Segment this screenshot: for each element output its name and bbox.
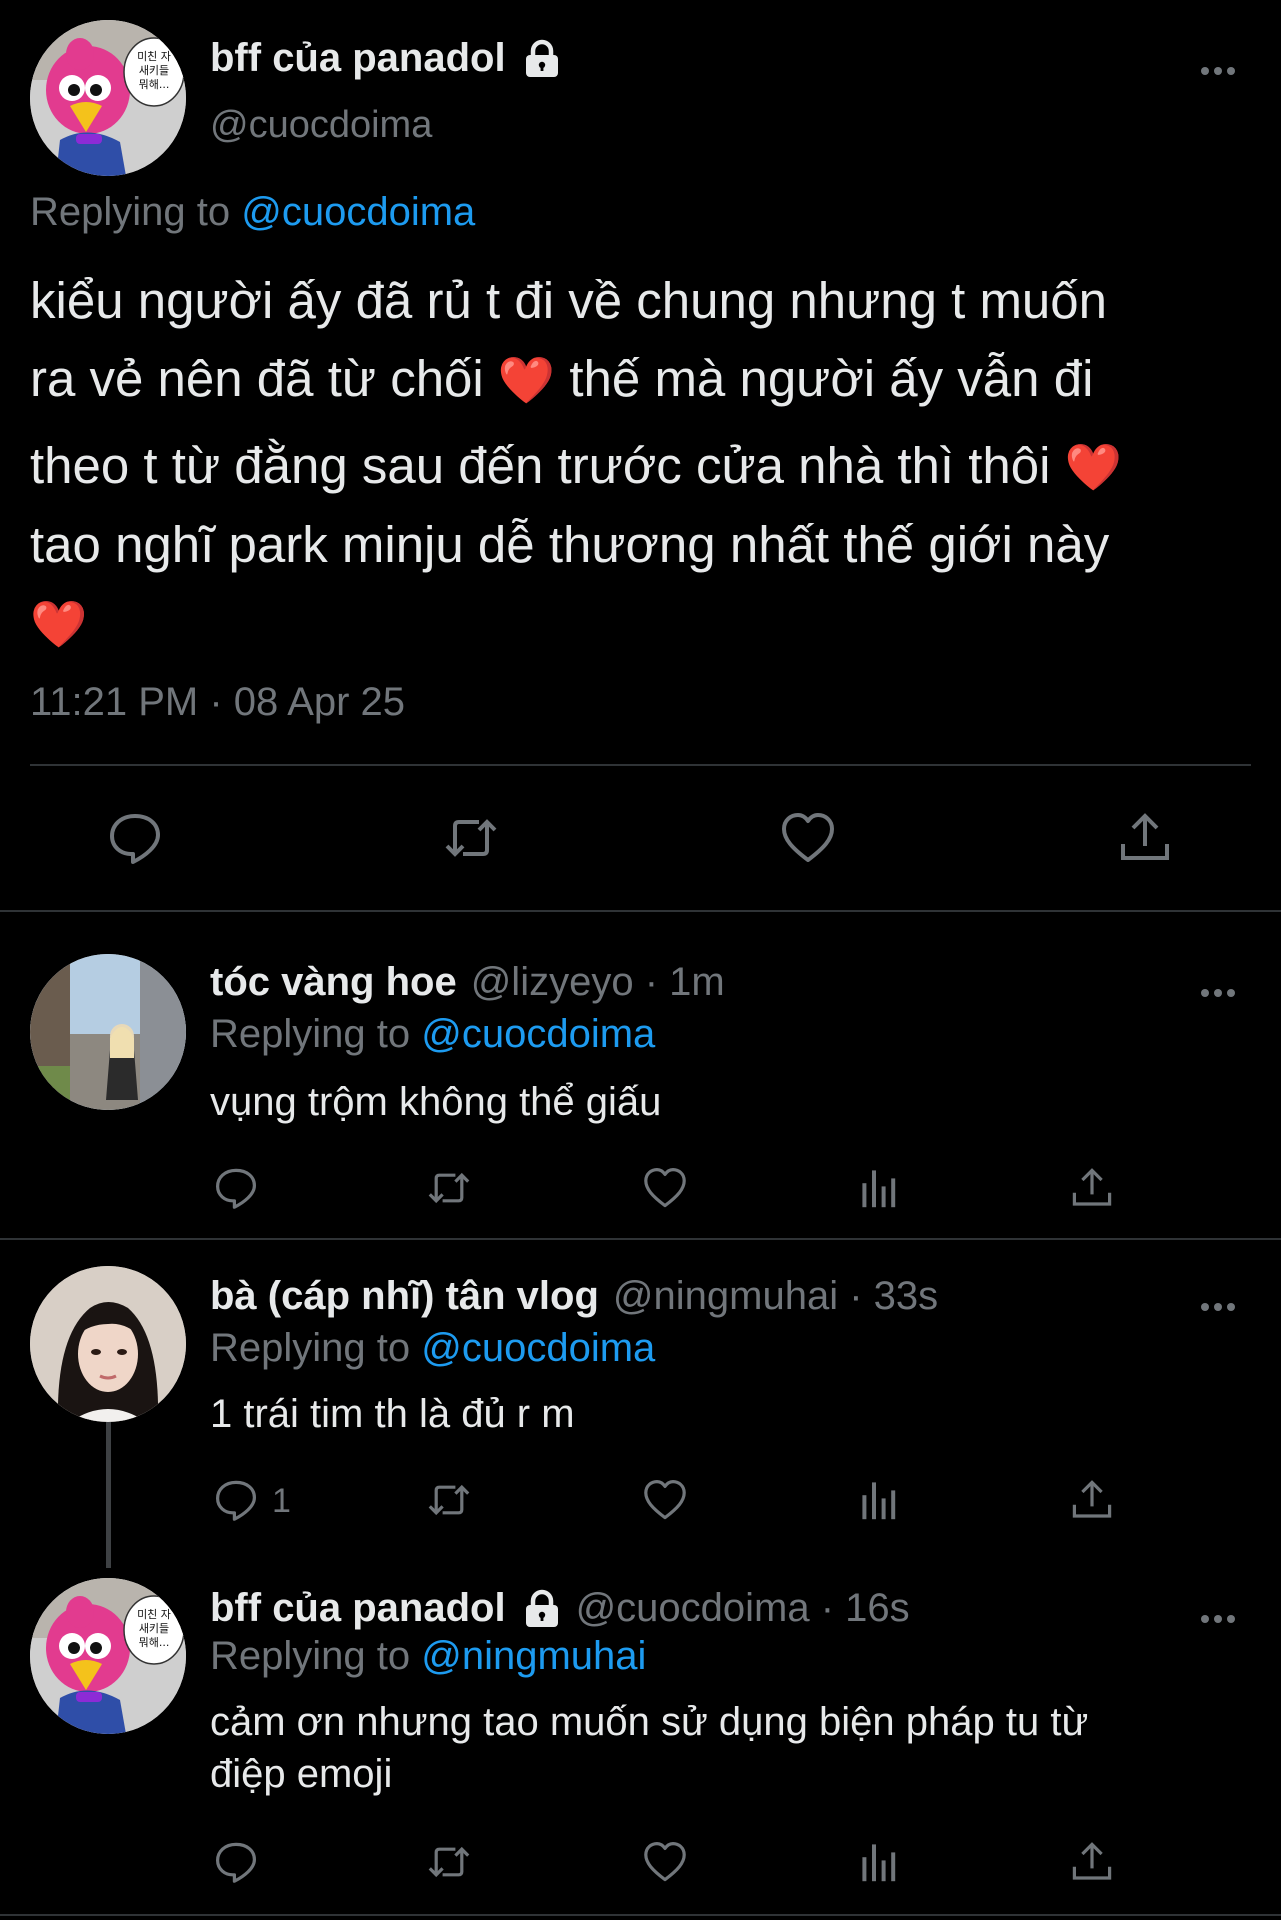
like-icon[interactable] (641, 1838, 689, 1886)
share-icon[interactable] (1068, 1838, 1116, 1886)
svg-text:뭐해...: 뭐해... (139, 77, 170, 91)
reply-tweet: bà (cáp nhĩ) tân vlog @ningmuhai · 33s R… (0, 1240, 1281, 1568)
share-icon[interactable] (1068, 1164, 1116, 1212)
like-icon[interactable] (641, 1164, 689, 1212)
divider (30, 764, 1251, 766)
avatar[interactable]: 미친 자 새키들 뭐해... (30, 20, 186, 176)
tweet-text-line: ra vẻ nên đã từ chối ❤️ thế mà người ấy … (30, 350, 1094, 407)
replying-to: Replying to @cuocdoima (30, 190, 475, 235)
lock-icon (522, 39, 562, 79)
svg-text:미친 자: 미친 자 (137, 50, 171, 63)
reply-text: vụng trộm không thể giấu (210, 1080, 662, 1124)
like-icon[interactable] (778, 808, 838, 868)
share-icon[interactable] (1068, 1476, 1116, 1524)
retweet-icon[interactable] (425, 1164, 473, 1212)
main-tweet: 미친 자 새키들 뭐해... bff của panadol @cuocdoim… (0, 0, 1281, 911)
reply-text: cảm ơn nhưng tao muốn sử dụng biện pháp … (210, 1700, 1089, 1796)
views-icon[interactable] (856, 1838, 904, 1886)
replying-mention-link[interactable]: @cuocdoima (421, 1012, 655, 1056)
svg-text:미친 자: 미친 자 (137, 1608, 171, 1621)
author-handle-time[interactable]: @lizyeyo · 1m (471, 960, 725, 1005)
portrait-avatar-image (30, 1266, 186, 1422)
parrot-avatar-image: 미친 자 새키들 뭐해... (30, 20, 186, 176)
reply-count: 1 (272, 1482, 291, 1520)
reply-icon[interactable] (105, 808, 165, 868)
like-icon[interactable] (641, 1476, 689, 1524)
tweet-text-line: tao nghĩ park minju dễ thương nhất thế g… (30, 516, 1110, 573)
more-options-button[interactable] (1193, 56, 1243, 86)
reply-icon[interactable] (212, 1838, 260, 1886)
author-handle[interactable]: @cuocdoima (210, 104, 432, 147)
author-display-name[interactable]: tóc vàng hoe (210, 960, 457, 1005)
replying-to: Replying to @cuocdoima (210, 1012, 656, 1056)
reply-icon[interactable] (212, 1476, 260, 1524)
author-display-name[interactable]: bff của panadol (210, 1586, 506, 1631)
views-icon[interactable] (856, 1164, 904, 1212)
parrot-avatar-image: 미친 자 새키들 뭐해... (30, 1578, 186, 1734)
heart-emoji: ❤️ (30, 598, 88, 650)
replying-to: Replying to @ningmuhai (210, 1634, 647, 1678)
tweet-text: kiểu người ấy đã rủ t đi về chung nhưng … (30, 262, 1255, 663)
svg-text:새키들: 새키들 (139, 64, 169, 77)
avatar[interactable] (30, 954, 186, 1110)
svg-text:뭐해...: 뭐해... (139, 1635, 170, 1649)
replying-mention-link[interactable]: @ningmuhai (421, 1634, 646, 1678)
author-handle-time[interactable]: @ningmuhai · 33s (613, 1274, 938, 1319)
avatar[interactable] (30, 1266, 186, 1422)
heart-emoji: ❤️ (497, 354, 556, 406)
replying-mention-link[interactable]: @cuocdoima (421, 1326, 655, 1370)
tweet-thread-page: 미친 자 새키들 뭐해... bff của panadol @cuocdoim… (0, 0, 1281, 1920)
heart-emoji: ❤️ (1064, 441, 1122, 493)
reply-tweet: 미친 자 새키들 뭐해... bff của panadol @cuocdoim… (0, 1566, 1281, 1920)
more-options-button[interactable] (1193, 978, 1243, 1008)
reply-tweet: tóc vàng hoe @lizyeyo · 1m Replying to @… (0, 912, 1281, 1238)
tweet-text-line: ❤️ (30, 584, 1255, 663)
views-icon[interactable] (856, 1476, 904, 1524)
more-options-button[interactable] (1193, 1292, 1243, 1322)
tweet-timestamp[interactable]: 11:21 PM · 08 Apr 25 (30, 680, 405, 725)
more-options-button[interactable] (1193, 1604, 1243, 1634)
reply-icon[interactable] (212, 1164, 260, 1212)
author-name[interactable]: bff của panadol (210, 36, 562, 81)
avatar[interactable]: 미친 자 새키들 뭐해... (30, 1578, 186, 1734)
svg-text:새키들: 새키들 (139, 1622, 169, 1635)
reply-header: bà (cáp nhĩ) tân vlog @ningmuhai · 33s (210, 1274, 938, 1319)
divider (0, 1914, 1281, 1916)
replying-to: Replying to @cuocdoima (210, 1326, 656, 1370)
author-handle-time[interactable]: @cuocdoima · 16s (576, 1586, 910, 1631)
author-display-name: bff của panadol (210, 36, 506, 80)
street-photo-avatar-image (30, 954, 186, 1110)
author-display-name[interactable]: bà (cáp nhĩ) tân vlog (210, 1274, 599, 1319)
reply-text: 1 trái tim th là đủ r m (210, 1392, 575, 1436)
replying-prefix: Replying to (30, 190, 231, 234)
share-icon[interactable] (1115, 808, 1175, 868)
reply-header: tóc vàng hoe @lizyeyo · 1m (210, 960, 725, 1005)
retweet-icon[interactable] (425, 1838, 473, 1886)
replying-mention-link[interactable]: @cuocdoima (241, 190, 475, 234)
retweet-icon[interactable] (425, 1476, 473, 1524)
retweet-icon[interactable] (441, 808, 501, 868)
tweet-text-line: theo t từ đằng sau đến trước cửa nhà thì… (30, 437, 1122, 494)
tweet-text-line: kiểu người ấy đã rủ t đi về chung nhưng … (30, 272, 1108, 329)
thread-connector (106, 1422, 111, 1568)
lock-icon (522, 1589, 562, 1629)
reply-header: bff của panadol @cuocdoima · 16s (210, 1586, 910, 1631)
